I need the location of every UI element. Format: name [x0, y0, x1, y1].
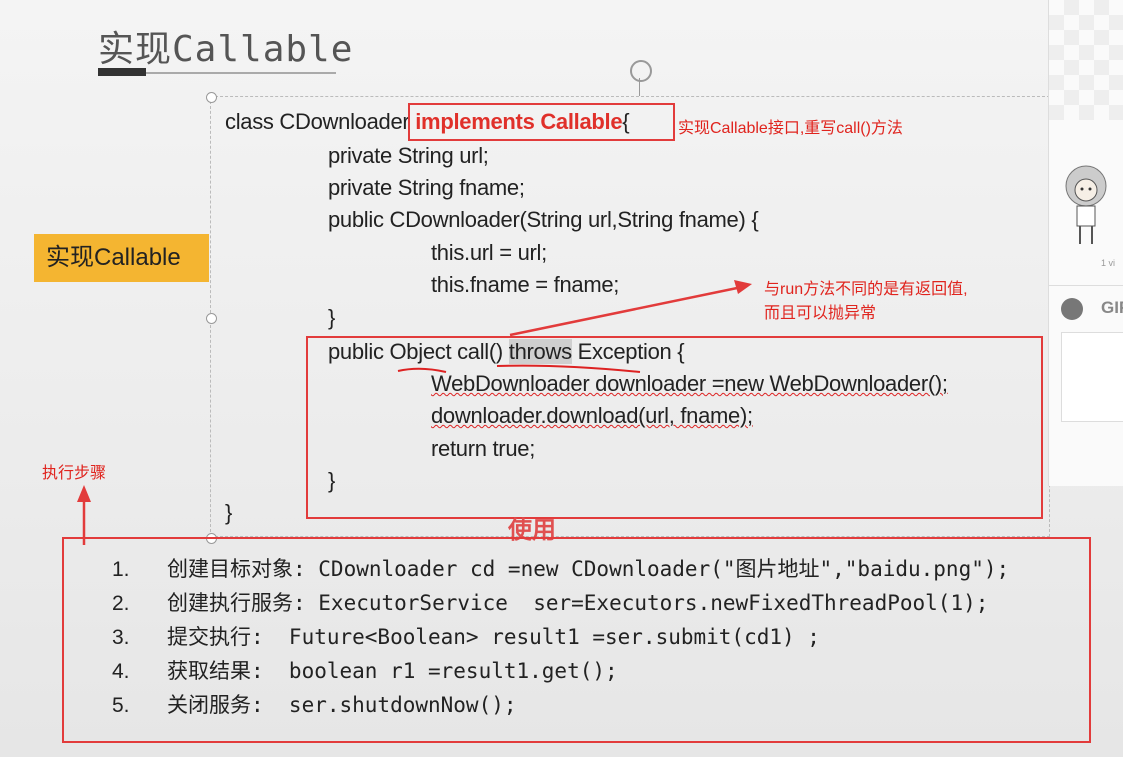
- emoji-icon[interactable]: [1061, 298, 1083, 320]
- gif-icon[interactable]: GIF: [1101, 298, 1123, 318]
- code-class-decl: class CDownloader: [225, 109, 416, 134]
- title-underline-line: [146, 72, 336, 74]
- usage-step-number: 3.: [112, 626, 130, 649]
- implements-note: 实现Callable接口,重写call()方法: [678, 120, 903, 137]
- code-line-constructor: public CDownloader(String url,String fna…: [328, 207, 759, 232]
- code-line-class-close: }: [225, 500, 233, 525]
- resize-handle-top-left[interactable]: [206, 92, 217, 103]
- usage-step-number: 4.: [112, 660, 130, 683]
- usage-step-text: 获取结果: boolean r1 =result1.get();: [167, 659, 618, 683]
- title-underline-accent: [98, 68, 146, 76]
- usage-step-text: 提交执行: Future<Boolean> result1 =ser.submi…: [167, 625, 820, 649]
- usage-step: 3. 提交执行: Future<Boolean> result1 =ser.sub…: [112, 621, 820, 651]
- section-badge: 实现Callable: [34, 234, 209, 282]
- code-line-fname-field: private String fname;: [328, 175, 525, 200]
- code-line-constructor-close: }: [328, 305, 336, 330]
- cartoon-avatar: [1065, 165, 1107, 244]
- usage-step-number: 1.: [112, 558, 130, 581]
- usage-step-text: 创建执行服务: ExecutorService ser=Executors.ne…: [167, 591, 989, 615]
- code-line-assign-fname: this.fname = fname;: [431, 272, 620, 297]
- panel-placeholder-image: [1049, 0, 1123, 120]
- side-panel: 1 vi GIF: [1048, 0, 1123, 486]
- usage-step: 4. 获取结果: boolean r1 =result1.get();: [112, 655, 618, 685]
- usage-step-number: 5.: [112, 694, 130, 717]
- call-method-highlight-box: [306, 336, 1043, 519]
- steps-arrow-head: [77, 485, 91, 502]
- steps-label: 执行步骤: [42, 465, 107, 482]
- code-line-url-field: private String url;: [328, 143, 489, 168]
- rotate-handle-stem: [639, 78, 640, 96]
- slide-title: 实现Callable: [98, 29, 354, 70]
- difference-note-line2: 而且可以抛异常: [764, 305, 877, 322]
- usage-step-number: 2.: [112, 592, 130, 615]
- difference-note-line1: 与run方法不同的是有返回值,: [764, 281, 968, 298]
- rotate-handle[interactable]: [630, 60, 652, 82]
- usage-step-text: 关闭服务: ser.shutdownNow();: [167, 693, 517, 717]
- thumbnail-preview[interactable]: [1061, 332, 1123, 422]
- usage-step-text: 创建目标对象: CDownloader cd =new CDownloader(…: [167, 557, 1010, 581]
- implements-highlight-box: [408, 103, 675, 141]
- usage-step: 5. 关闭服务: ser.shutdownNow();: [112, 689, 517, 719]
- resize-handle-left[interactable]: [206, 313, 217, 324]
- usage-step: 1. 创建目标对象: CDownloader cd =new CDownloade…: [112, 553, 1009, 583]
- panel-divider: [1049, 285, 1123, 286]
- code-line-assign-url: this.url = url;: [431, 240, 547, 265]
- panel-meta-text: 1 vi: [1101, 258, 1116, 268]
- usage-step: 2. 创建执行服务: ExecutorService ser=Executors.…: [112, 587, 988, 617]
